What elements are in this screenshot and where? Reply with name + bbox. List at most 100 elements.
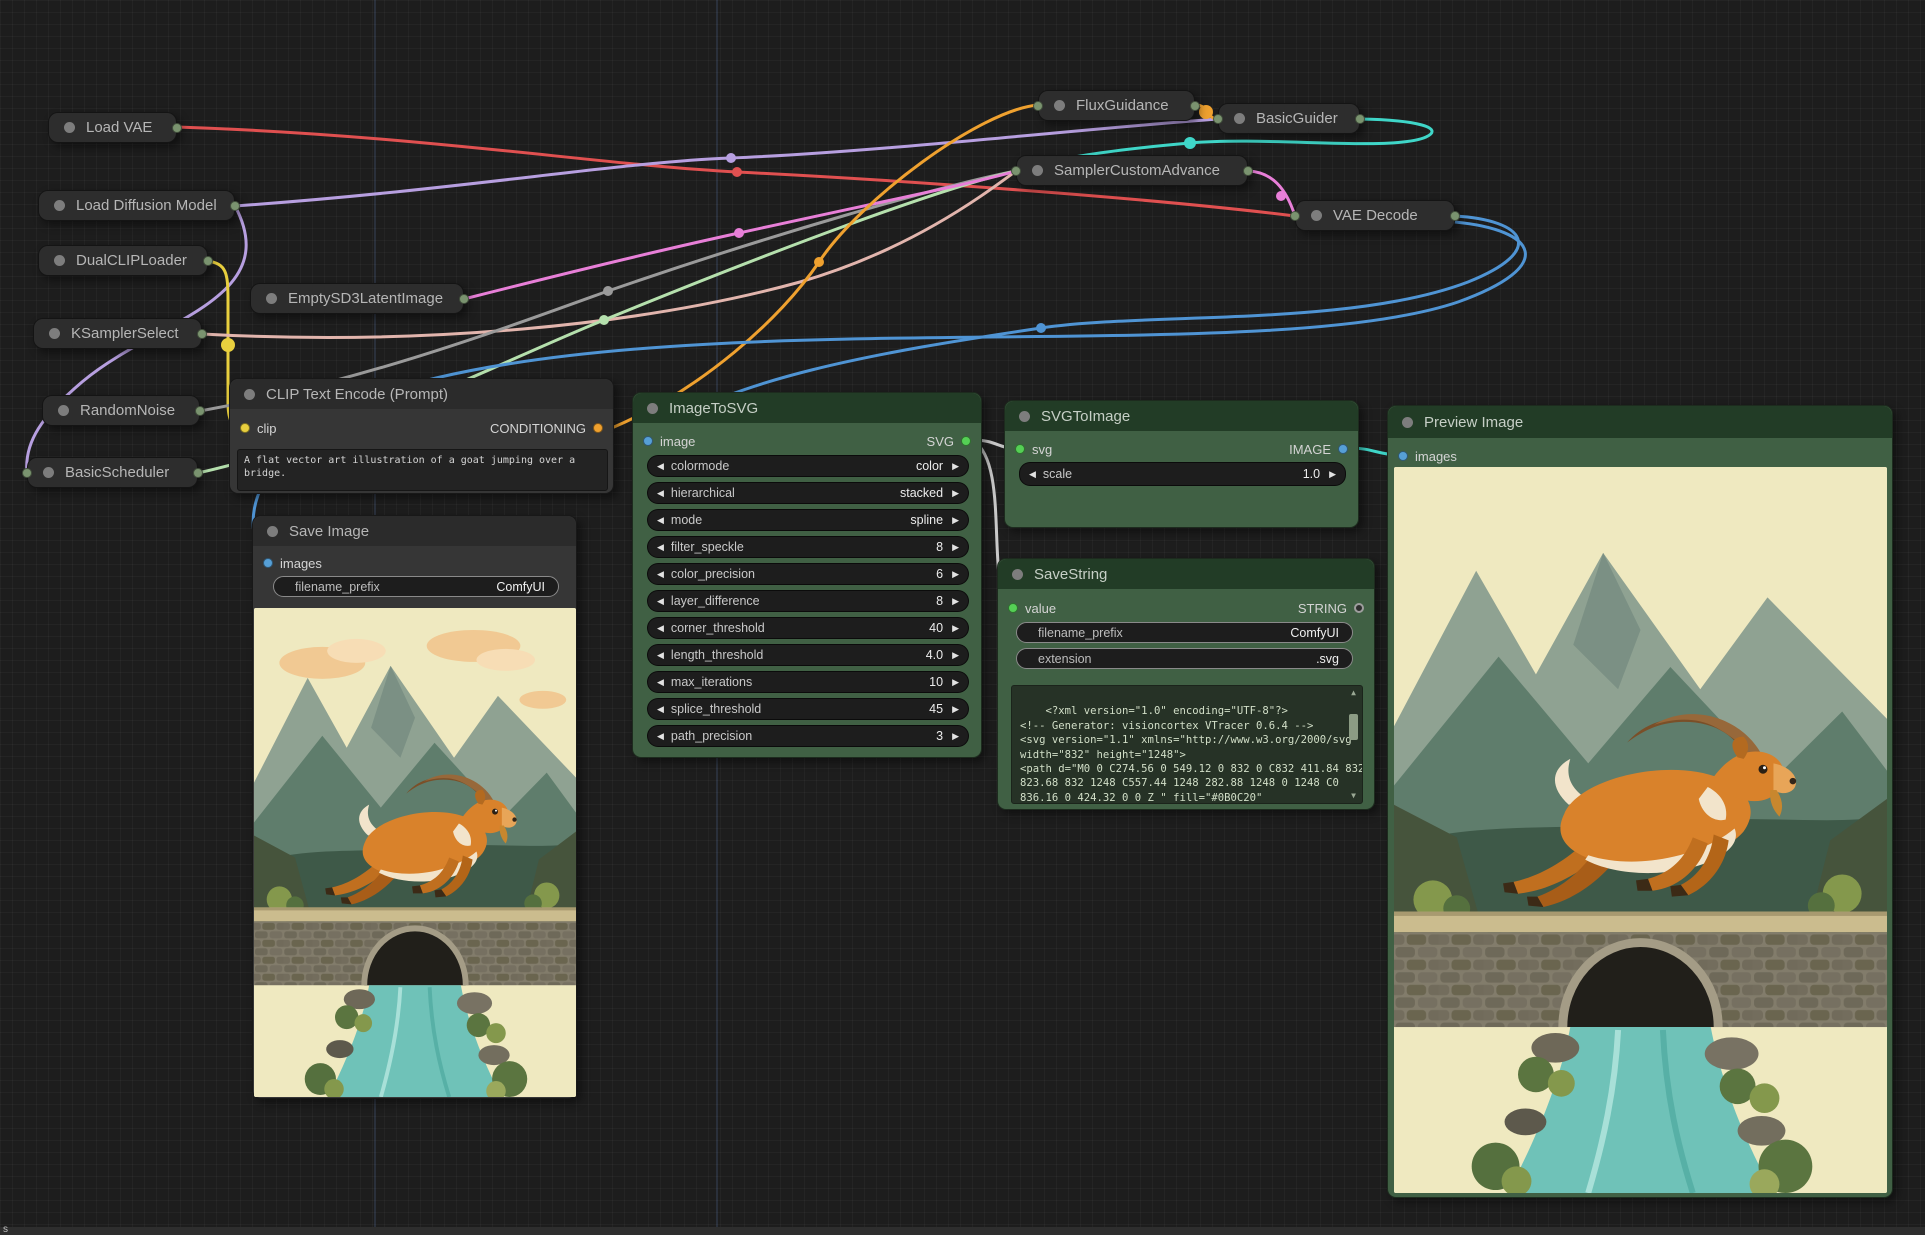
increment-arrow[interactable]: ▶ bbox=[952, 624, 959, 633]
value-input-port[interactable] bbox=[1008, 603, 1018, 613]
collapse-dot[interactable] bbox=[49, 328, 60, 339]
input-port[interactable] bbox=[22, 468, 32, 478]
decrement-arrow[interactable]: ◀ bbox=[657, 489, 664, 498]
output-port[interactable] bbox=[197, 329, 207, 339]
widget-mode[interactable]: ◀ mode spline ▶ bbox=[647, 509, 969, 531]
collapse-dot[interactable] bbox=[267, 526, 278, 537]
output-port[interactable] bbox=[230, 201, 240, 211]
widget-hierarchical[interactable]: ◀ hierarchical stacked ▶ bbox=[647, 482, 969, 504]
collapse-dot[interactable] bbox=[58, 405, 69, 416]
widget-splice-threshold[interactable]: ◀ splice_threshold 45 ▶ bbox=[647, 698, 969, 720]
conditioning-output-port[interactable] bbox=[593, 423, 603, 433]
increment-arrow[interactable]: ▶ bbox=[952, 732, 959, 741]
node-save-string[interactable]: SaveString value STRING filename_prefix … bbox=[997, 558, 1375, 810]
output-port[interactable] bbox=[193, 468, 203, 478]
widget-layer-difference[interactable]: ◀ layer_difference 8 ▶ bbox=[647, 590, 969, 612]
increment-arrow[interactable]: ▶ bbox=[1329, 470, 1336, 479]
collapse-dot[interactable] bbox=[647, 403, 658, 414]
input-port[interactable] bbox=[1290, 211, 1300, 221]
widget-filter-speckle[interactable]: ◀ filter_speckle 8 ▶ bbox=[647, 536, 969, 558]
decrement-arrow[interactable]: ◀ bbox=[657, 570, 664, 579]
decrement-arrow[interactable]: ◀ bbox=[657, 597, 664, 606]
widget-max-iterations[interactable]: ◀ max_iterations 10 ▶ bbox=[647, 671, 969, 693]
decrement-arrow[interactable]: ◀ bbox=[657, 651, 664, 660]
output-port[interactable] bbox=[1190, 101, 1200, 111]
collapse-dot[interactable] bbox=[1019, 411, 1030, 422]
increment-arrow[interactable]: ▶ bbox=[952, 489, 959, 498]
svg-output-textarea[interactable]: <?xml version="1.0" encoding="UTF-8"?> <… bbox=[1011, 685, 1363, 804]
node-empty-sd3-latent-image[interactable]: EmptySD3LatentImage bbox=[250, 283, 464, 314]
node-flux-guidance[interactable]: FluxGuidance bbox=[1038, 90, 1195, 121]
increment-arrow[interactable]: ▶ bbox=[952, 570, 959, 579]
images-input-port[interactable] bbox=[263, 558, 273, 568]
output-port[interactable] bbox=[459, 294, 469, 304]
textarea-scrollbar[interactable]: ▲ ▼ bbox=[1347, 688, 1360, 801]
collapse-dot[interactable] bbox=[244, 389, 255, 400]
decrement-arrow[interactable]: ◀ bbox=[1029, 470, 1036, 479]
svg-output-port[interactable] bbox=[961, 436, 971, 446]
collapse-dot[interactable] bbox=[54, 200, 65, 211]
increment-arrow[interactable]: ▶ bbox=[952, 516, 959, 525]
node-dual-clip-loader[interactable]: DualCLIPLoader bbox=[38, 245, 208, 276]
output-port[interactable] bbox=[172, 123, 182, 133]
node-load-vae[interactable]: Load VAE bbox=[48, 112, 177, 143]
output-port[interactable] bbox=[195, 406, 205, 416]
widget-scale[interactable]: ◀ scale 1.0 ▶ bbox=[1019, 462, 1346, 486]
output-port[interactable] bbox=[1243, 166, 1253, 176]
collapse-dot[interactable] bbox=[64, 122, 75, 133]
collapse-dot[interactable] bbox=[1234, 113, 1245, 124]
output-port[interactable] bbox=[1450, 211, 1460, 221]
node-basic-scheduler[interactable]: BasicScheduler bbox=[27, 457, 198, 488]
node-random-noise[interactable]: RandomNoise bbox=[42, 395, 200, 426]
scroll-up-icon[interactable]: ▲ bbox=[1351, 688, 1356, 698]
input-port[interactable] bbox=[1213, 114, 1223, 124]
collapse-dot[interactable] bbox=[1402, 417, 1413, 428]
node-titlebar[interactable]: ImageToSVG bbox=[633, 393, 981, 423]
collapse-dot[interactable] bbox=[1054, 100, 1065, 111]
increment-arrow[interactable]: ▶ bbox=[952, 678, 959, 687]
node-titlebar[interactable]: SaveString bbox=[998, 559, 1374, 589]
decrement-arrow[interactable]: ◀ bbox=[657, 624, 664, 633]
output-port[interactable] bbox=[1355, 114, 1365, 124]
decrement-arrow[interactable]: ◀ bbox=[657, 705, 664, 714]
output-port[interactable] bbox=[203, 256, 213, 266]
decrement-arrow[interactable]: ◀ bbox=[657, 678, 664, 687]
widget-filename-prefix[interactable]: filename_prefix ComfyUI bbox=[1016, 622, 1353, 643]
widget-corner-threshold[interactable]: ◀ corner_threshold 40 ▶ bbox=[647, 617, 969, 639]
increment-arrow[interactable]: ▶ bbox=[952, 543, 959, 552]
svg-input-port[interactable] bbox=[1015, 444, 1025, 454]
scroll-down-icon[interactable]: ▼ bbox=[1351, 791, 1356, 801]
decrement-arrow[interactable]: ◀ bbox=[657, 516, 664, 525]
node-save-image[interactable]: Save Image images filename_prefix ComfyU… bbox=[252, 515, 577, 1099]
widget-length-threshold[interactable]: ◀ length_threshold 4.0 ▶ bbox=[647, 644, 969, 666]
widget-extension[interactable]: extension .svg bbox=[1016, 648, 1353, 669]
node-vae-decode[interactable]: VAE Decode bbox=[1295, 200, 1455, 231]
input-port[interactable] bbox=[1033, 101, 1043, 111]
widget-filename-prefix[interactable]: filename_prefix ComfyUI bbox=[273, 576, 559, 597]
collapse-dot[interactable] bbox=[1012, 569, 1023, 580]
node-titlebar[interactable]: CLIP Text Encode (Prompt) bbox=[230, 379, 613, 409]
node-svg-to-image[interactable]: SVGToImage svg IMAGE ◀ scale 1.0 ▶ bbox=[1004, 400, 1359, 528]
node-preview-image[interactable]: Preview Image images bbox=[1387, 405, 1893, 1198]
prompt-textarea[interactable]: A flat vector art illustration of a goat… bbox=[237, 449, 608, 491]
collapse-dot[interactable] bbox=[266, 293, 277, 304]
node-load-diffusion-model[interactable]: Load Diffusion Model bbox=[38, 190, 235, 221]
images-input-port[interactable] bbox=[1398, 451, 1408, 461]
node-clip-text-encode[interactable]: CLIP Text Encode (Prompt) clip CONDITION… bbox=[229, 378, 614, 494]
decrement-arrow[interactable]: ◀ bbox=[657, 732, 664, 741]
image-output-port[interactable] bbox=[1338, 444, 1348, 454]
decrement-arrow[interactable]: ◀ bbox=[657, 462, 664, 471]
collapse-dot[interactable] bbox=[1311, 210, 1322, 221]
clip-input-port[interactable] bbox=[240, 423, 250, 433]
increment-arrow[interactable]: ▶ bbox=[952, 651, 959, 660]
collapse-dot[interactable] bbox=[1032, 165, 1043, 176]
increment-arrow[interactable]: ▶ bbox=[952, 462, 959, 471]
node-ksampler-select[interactable]: KSamplerSelect bbox=[33, 318, 202, 349]
image-input-port[interactable] bbox=[643, 436, 653, 446]
node-basic-guider[interactable]: BasicGuider bbox=[1218, 103, 1360, 134]
node-titlebar[interactable]: Save Image bbox=[253, 516, 576, 546]
increment-arrow[interactable]: ▶ bbox=[952, 705, 959, 714]
increment-arrow[interactable]: ▶ bbox=[952, 597, 959, 606]
scrollbar-thumb[interactable] bbox=[1349, 714, 1358, 740]
node-titlebar[interactable]: Preview Image bbox=[1388, 406, 1892, 438]
